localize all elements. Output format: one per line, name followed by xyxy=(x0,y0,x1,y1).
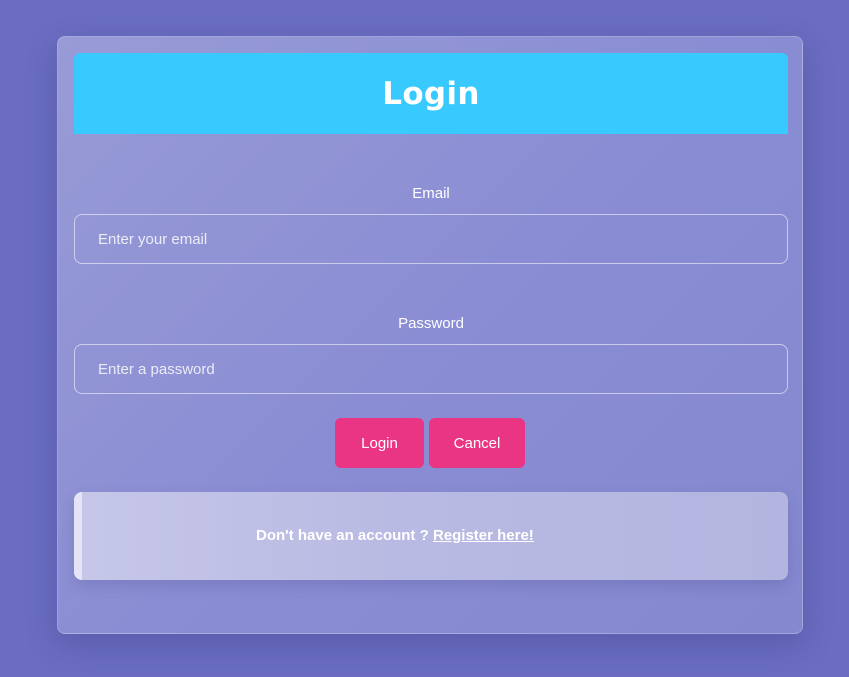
page-title: Login xyxy=(382,75,480,112)
register-prompt: Don't have an account ? xyxy=(256,527,429,544)
login-card: Login Email Password Login Cancel Don't … xyxy=(57,36,803,634)
register-message: Don't have an account ? Register here! xyxy=(256,527,534,544)
password-label: Password xyxy=(398,315,464,332)
register-notice: Don't have an account ? Register here! xyxy=(74,492,788,580)
login-button[interactable]: Login xyxy=(335,418,424,468)
email-label: Email xyxy=(412,185,450,202)
email-field[interactable] xyxy=(74,214,788,264)
notice-accent-bar xyxy=(74,492,82,580)
cancel-button[interactable]: Cancel xyxy=(429,418,525,468)
register-link[interactable]: Register here! xyxy=(433,527,534,544)
password-field[interactable] xyxy=(74,344,788,394)
login-header: Login xyxy=(74,53,788,134)
